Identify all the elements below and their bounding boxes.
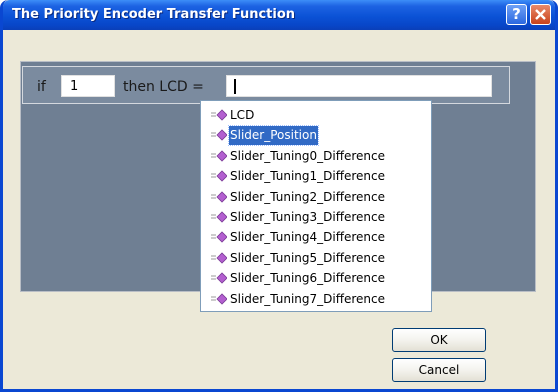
- dropdown-item[interactable]: Slider_Tuning5_Difference: [203, 249, 431, 268]
- help-button[interactable]: ?: [506, 4, 527, 25]
- signal-icon: [211, 191, 227, 203]
- dropdown-item-label: LCD: [230, 108, 255, 122]
- signal-icon: [211, 252, 227, 264]
- dropdown-item-label: Slider_Tuning4_Difference: [230, 230, 385, 245]
- signal-icon: [211, 272, 227, 284]
- if-value-input[interactable]: 1: [61, 75, 115, 97]
- close-icon: [535, 9, 546, 20]
- dropdown-item-label: Slider_Tuning6_Difference: [230, 271, 385, 286]
- dropdown-item-label: Slider_Tuning7_Difference: [230, 291, 385, 306]
- dropdown-item-label: Slider_Tuning3_Difference: [230, 210, 385, 224]
- dropdown-item[interactable]: Slider_Tuning1_Difference: [203, 167, 431, 186]
- lcd-expression-input[interactable]: [226, 75, 492, 97]
- cancel-button[interactable]: Cancel: [392, 358, 486, 382]
- title-bar[interactable]: The Priority Encoder Transfer Function ?: [3, 0, 555, 30]
- signal-icon: [211, 170, 227, 182]
- dropdown-item[interactable]: LCD: [203, 106, 431, 125]
- ok-button[interactable]: OK: [392, 328, 486, 352]
- dropdown-item[interactable]: Slider_Tuning2_Difference: [203, 188, 431, 207]
- text-caret: [234, 79, 236, 94]
- then-lcd-label: then LCD =: [123, 79, 204, 95]
- signal-icon: [211, 150, 227, 162]
- dropdown-item[interactable]: Slider_Position: [203, 125, 431, 147]
- dropdown-item-label: Slider_Tuning0_Difference: [230, 148, 385, 163]
- autocomplete-dropdown[interactable]: LCD Slider_Position Slider_Tuning0_Differe…: [200, 100, 432, 312]
- dropdown-item[interactable]: Slider_Tuning6_Difference: [203, 269, 431, 288]
- if-label: if: [37, 79, 46, 95]
- signal-icon: [211, 129, 227, 141]
- close-button[interactable]: [530, 4, 551, 25]
- dropdown-item-label: Slider_Tuning5_Difference: [230, 250, 385, 265]
- signal-icon: [211, 211, 227, 223]
- signal-icon: [211, 231, 227, 243]
- dropdown-item-label: Slider_Position: [228, 125, 319, 147]
- signal-icon: [211, 109, 227, 121]
- dropdown-item-label: Slider_Tuning1_Difference: [230, 169, 385, 184]
- dropdown-item[interactable]: Slider_Tuning3_Difference: [203, 208, 431, 227]
- dropdown-item[interactable]: Slider_Tuning0_Difference: [203, 147, 431, 166]
- signal-icon: [211, 293, 227, 305]
- help-icon: ?: [512, 5, 521, 23]
- dropdown-item-label: Slider_Tuning2_Difference: [230, 189, 385, 204]
- dropdown-item[interactable]: Slider_Tuning4_Difference: [203, 228, 431, 247]
- window-title: The Priority Encoder Transfer Function: [12, 7, 296, 22]
- dropdown-item[interactable]: Slider_Tuning7_Difference: [203, 290, 431, 309]
